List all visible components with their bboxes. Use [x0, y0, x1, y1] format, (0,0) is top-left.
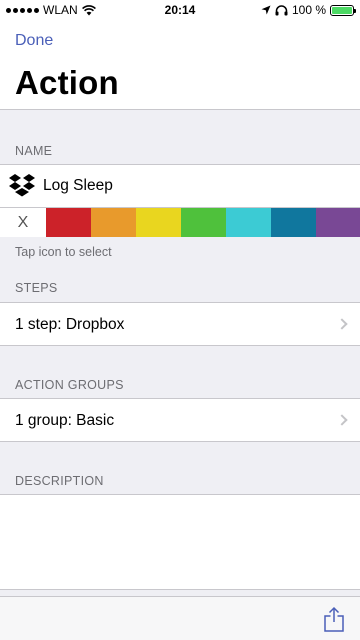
- name-field[interactable]: [43, 177, 323, 195]
- color-picker: X: [0, 208, 360, 237]
- page-title: Action: [15, 64, 119, 101]
- color-swatch-red[interactable]: [46, 208, 91, 237]
- name-cell: X: [0, 164, 360, 237]
- color-swatch-yellow[interactable]: [136, 208, 181, 237]
- groups-row-label: 1 group: Basic: [15, 412, 115, 429]
- steps-row-label: 1 step: Dropbox: [15, 316, 125, 333]
- groups-section-header: ACTION GROUPS: [15, 378, 124, 392]
- steps-section-header: STEPS: [15, 281, 58, 295]
- clear-color-button[interactable]: X: [0, 208, 46, 237]
- battery-percent: 100 %: [291, 3, 326, 17]
- share-icon[interactable]: [323, 606, 345, 632]
- bottom-toolbar: [0, 596, 360, 640]
- status-bar: WLAN 20:14 100 %: [0, 0, 360, 20]
- description-field[interactable]: [0, 494, 360, 590]
- color-swatch-purple[interactable]: [316, 208, 360, 237]
- battery-icon: [330, 4, 356, 16]
- color-swatch-cyan[interactable]: [226, 208, 271, 237]
- done-button[interactable]: Done: [15, 32, 53, 50]
- name-row: [0, 165, 360, 208]
- color-swatch-blue[interactable]: [271, 208, 316, 237]
- steps-row[interactable]: 1 step: Dropbox: [0, 302, 360, 346]
- groups-row[interactable]: 1 group: Basic: [0, 398, 360, 442]
- headphones-icon: [275, 4, 288, 15]
- color-swatch-green[interactable]: [181, 208, 226, 237]
- color-swatch-orange[interactable]: [91, 208, 136, 237]
- chevron-right-icon: [336, 414, 348, 426]
- name-section-header: NAME: [15, 144, 53, 158]
- name-section-footer: Tap icon to select: [15, 245, 112, 259]
- chevron-right-icon: [336, 318, 348, 330]
- status-right: 100 %: [261, 3, 356, 17]
- location-arrow-icon: [261, 5, 271, 15]
- description-section-header: DESCRIPTION: [15, 474, 104, 488]
- dropbox-icon[interactable]: [8, 173, 36, 199]
- navigation-bar: Done Action: [0, 20, 360, 110]
